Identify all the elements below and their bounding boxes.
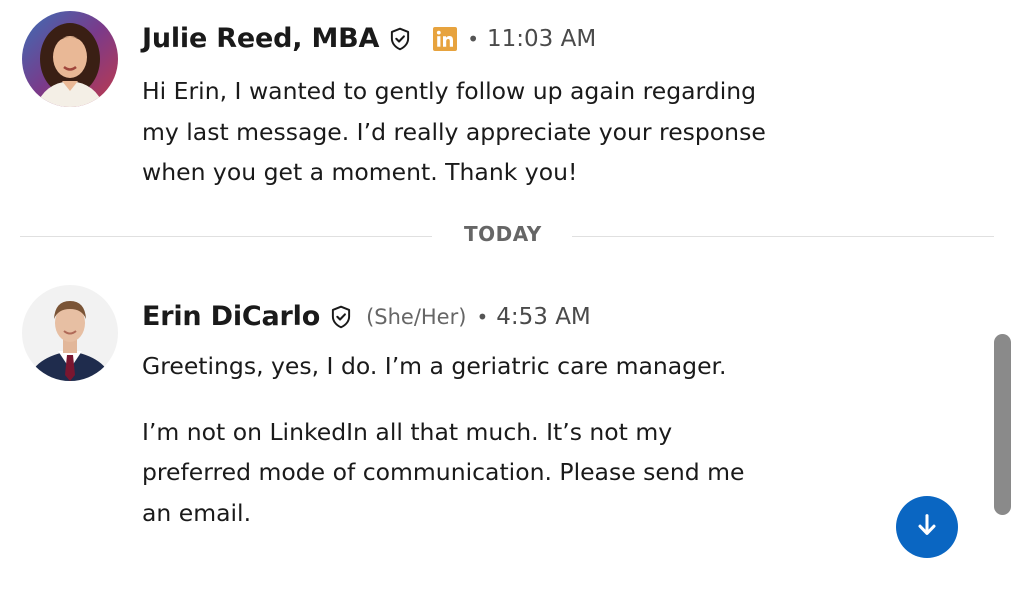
separator-dot: • — [476, 304, 489, 329]
message-paragraph: Greetings, yes, I do. I’m a geriatric ca… — [142, 352, 727, 380]
message-header: Julie Reed, MBA • 11:03 AM — [142, 23, 596, 54]
divider-line — [20, 236, 432, 237]
sender-name[interactable]: Julie Reed, MBA — [142, 23, 379, 54]
arrow-down-icon — [913, 511, 941, 543]
message-thread: Julie Reed, MBA • 11:03 AM Hi Erin, I wa… — [0, 0, 1024, 589]
timestamp: 11:03 AM — [487, 25, 597, 52]
date-divider-label: TODAY — [464, 222, 542, 246]
message-body: Hi Erin, I wanted to gently follow up ag… — [142, 71, 772, 193]
timestamp: 4:53 AM — [496, 303, 591, 330]
linkedin-premium-icon — [433, 26, 458, 51]
scroll-to-bottom-button[interactable] — [896, 496, 958, 558]
avatar[interactable] — [22, 285, 118, 381]
message-header: Erin DiCarlo (She/Her) • 4:53 AM — [142, 301, 591, 332]
date-divider: TODAY — [20, 222, 994, 246]
scrollbar-thumb[interactable] — [994, 334, 1011, 515]
verified-shield-icon — [387, 26, 413, 52]
message-paragraph: I’m not on LinkedIn all that much. It’s … — [142, 417, 745, 527]
separator-dot: • — [467, 26, 480, 51]
message-paragraph: Hi Erin, I wanted to gently follow up ag… — [142, 77, 766, 186]
message-body: Greetings, yes, I do. I’m a geriatric ca… — [142, 346, 752, 533]
sender-name[interactable]: Erin DiCarlo — [142, 301, 320, 332]
avatar[interactable] — [22, 11, 118, 107]
divider-line — [572, 236, 994, 237]
pronouns: (She/Her) — [366, 304, 467, 329]
verified-shield-icon — [328, 304, 354, 330]
